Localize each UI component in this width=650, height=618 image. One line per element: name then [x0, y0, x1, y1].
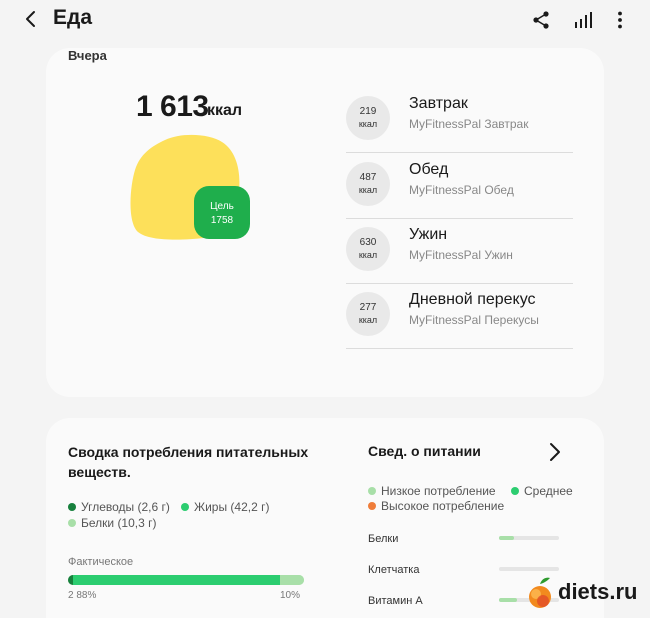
meal-kcal: 219 — [359, 106, 377, 117]
meal-kcal-badge: 487 ккал — [346, 162, 390, 206]
chevron-right-icon[interactable] — [548, 442, 562, 462]
legend-dot — [68, 503, 76, 511]
meal-source: MyFitnessPal Ужин — [409, 248, 513, 262]
bar-right-value: 10% — [280, 590, 301, 601]
nutrient-name: Витамин А — [368, 595, 423, 607]
meal-kcal-unit: ккал — [358, 185, 378, 195]
legend-carbs: Углеводы (2,6 г) — [68, 500, 170, 514]
meal-source: MyFitnessPal Перекусы — [409, 313, 539, 327]
level-dot — [368, 502, 376, 510]
page-title: Еда — [53, 6, 93, 29]
meal-kcal-badge: 630 ккал — [346, 227, 390, 271]
legend-dot — [68, 519, 76, 527]
legend-dot — [181, 503, 189, 511]
nutrient-summary-card[interactable]: Сводка потребления питательных веществ. … — [46, 418, 604, 618]
calories-unit: ккал — [207, 102, 243, 119]
summary-title: Сводка потребления питательных веществ. — [68, 444, 309, 480]
level-low: Низкое потребление — [368, 484, 496, 498]
goal-value: 1758 — [211, 215, 234, 226]
nutrient-bar-fill — [499, 536, 514, 540]
total-calories: 1 613 — [136, 90, 209, 123]
meal-name: Дневной перекус — [409, 291, 536, 308]
nutrient-name: Белки — [368, 533, 399, 545]
meal-source: MyFitnessPal Обед — [409, 183, 514, 197]
actual-label: Фактическое — [68, 556, 134, 568]
legend-label: Белки (10,3 г) — [81, 516, 157, 530]
level-dot — [511, 487, 519, 495]
share-icon[interactable] — [531, 10, 551, 30]
section-label: Вчера — [68, 48, 107, 63]
macro-distribution-bar — [68, 575, 304, 585]
meal-row-lunch[interactable]: 487 ккал Обед MyFitnessPal Обед — [346, 158, 573, 219]
nutrition-info-title[interactable]: Свед. о питании — [368, 443, 481, 459]
meal-row-dinner[interactable]: 630 ккал Ужин MyFitnessPal Ужин — [346, 223, 573, 284]
legend-proteins: Белки (10,3 г) — [68, 516, 157, 530]
more-icon[interactable] — [610, 10, 630, 30]
meal-name: Обед — [409, 161, 449, 178]
goal-badge — [194, 186, 250, 239]
meal-kcal-unit: ккал — [358, 315, 378, 325]
meal-kcal: 487 — [359, 172, 377, 183]
back-icon[interactable] — [22, 10, 40, 28]
meal-kcal-badge: 277 ккал — [346, 292, 390, 336]
level-high: Высокое потребление — [368, 499, 504, 513]
app-bar: Еда — [0, 0, 650, 40]
meal-name: Ужин — [409, 226, 448, 243]
watermark: diets.ru — [526, 576, 637, 615]
nutrient-name: Клетчатка — [368, 564, 420, 576]
meal-kcal: 277 — [359, 302, 377, 313]
meal-row-snack[interactable]: 277 ккал Дневной перекус MyFitnessPal Пе… — [346, 288, 573, 349]
level-label: Высокое потребление — [381, 499, 505, 513]
level-dot — [368, 487, 376, 495]
calorie-blob-chart: Цель 1758 — [130, 134, 250, 240]
meal-name: Завтрак — [409, 95, 468, 112]
legend-fats: Жиры (42,2 г) — [181, 500, 269, 514]
meal-kcal-unit: ккал — [358, 250, 378, 260]
goal-label: Цель — [210, 201, 234, 212]
level-medium: Среднее — [511, 484, 573, 498]
bar-left-value: 2 88% — [68, 590, 97, 601]
nutrient-bar-fill — [499, 598, 517, 602]
nutrient-bar — [499, 567, 559, 571]
legend-label: Углеводы (2,6 г) — [81, 500, 170, 514]
nutrient-bar — [499, 536, 559, 540]
watermark-text: diets.ru — [558, 579, 638, 604]
level-label: Низкое потребление — [381, 484, 496, 498]
macro-proteins-segment — [280, 575, 304, 585]
peach-logo-icon — [529, 577, 551, 608]
meal-kcal: 630 — [359, 237, 377, 248]
level-label: Среднее — [524, 484, 573, 498]
meal-kcal-badge: 219 ккал — [346, 96, 390, 140]
daily-food-card[interactable]: Вчера 1 613 ккал Цель 1758 219 ккал Завт… — [46, 48, 604, 397]
legend-label: Жиры (42,2 г) — [194, 500, 270, 514]
meal-row-breakfast[interactable]: 219 ккал Завтрак MyFitnessPal Завтрак — [346, 92, 573, 153]
macro-fats-segment — [72, 575, 281, 585]
meal-source: MyFitnessPal Завтрак — [409, 117, 529, 131]
meal-kcal-unit: ккал — [358, 119, 378, 129]
stats-icon[interactable] — [573, 10, 593, 30]
